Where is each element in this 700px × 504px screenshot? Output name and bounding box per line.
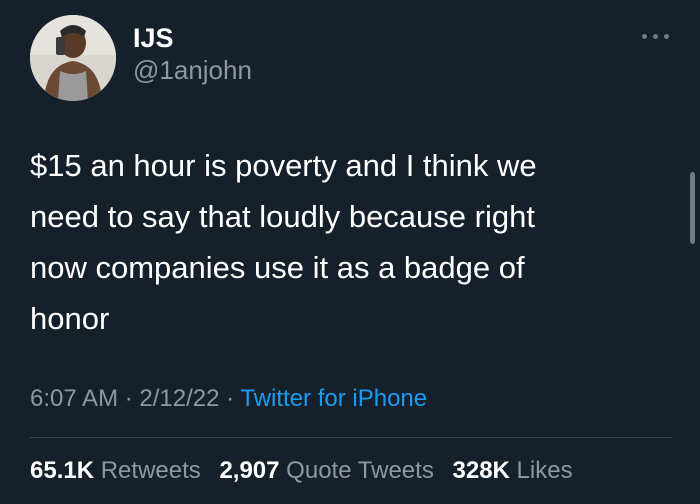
avatar-image (30, 15, 116, 101)
engagement-stats: 65.1K Retweets 2,907 Quote Tweets 328K L… (30, 455, 585, 487)
tweet-time[interactable]: 6:07 AM (30, 385, 118, 412)
tweet-source-link[interactable]: Twitter for iPhone (240, 385, 427, 412)
tweet-text: $15 an hour is poverty and I think we ne… (30, 148, 537, 336)
more-dot (653, 34, 658, 39)
quote-tweets-count: 2,907 (219, 457, 280, 484)
divider (30, 437, 672, 438)
likes-count: 328K (452, 457, 510, 484)
retweets-count: 65.1K (30, 457, 95, 484)
retweets-label: Retweets (100, 457, 201, 484)
quote-tweets-label: Quote Tweets (286, 457, 434, 484)
tweet-card: IJS @1anjohn $15 an hour is poverty and … (0, 0, 700, 504)
likes-stat[interactable]: 328K Likes (453, 457, 573, 484)
tweet-date[interactable]: 2/12/22 (139, 385, 219, 412)
more-options-button[interactable] (636, 22, 676, 50)
tweet-meta: 6:07 AM · 2/12/22 · Twitter for iPhone (30, 383, 427, 415)
avatar[interactable] (30, 15, 116, 101)
user-handle[interactable]: @1anjohn (133, 54, 252, 86)
scrollbar[interactable] (690, 172, 695, 244)
meta-separator: · (219, 385, 241, 412)
likes-label: Likes (516, 457, 573, 484)
more-dot (664, 34, 669, 39)
more-horizontal-icon (642, 34, 647, 39)
retweets-stat[interactable]: 65.1K Retweets (30, 457, 201, 484)
quote-tweets-stat[interactable]: 2,907 Quote Tweets (219, 457, 433, 484)
display-name[interactable]: IJS (133, 22, 174, 54)
meta-separator: · (118, 385, 140, 412)
